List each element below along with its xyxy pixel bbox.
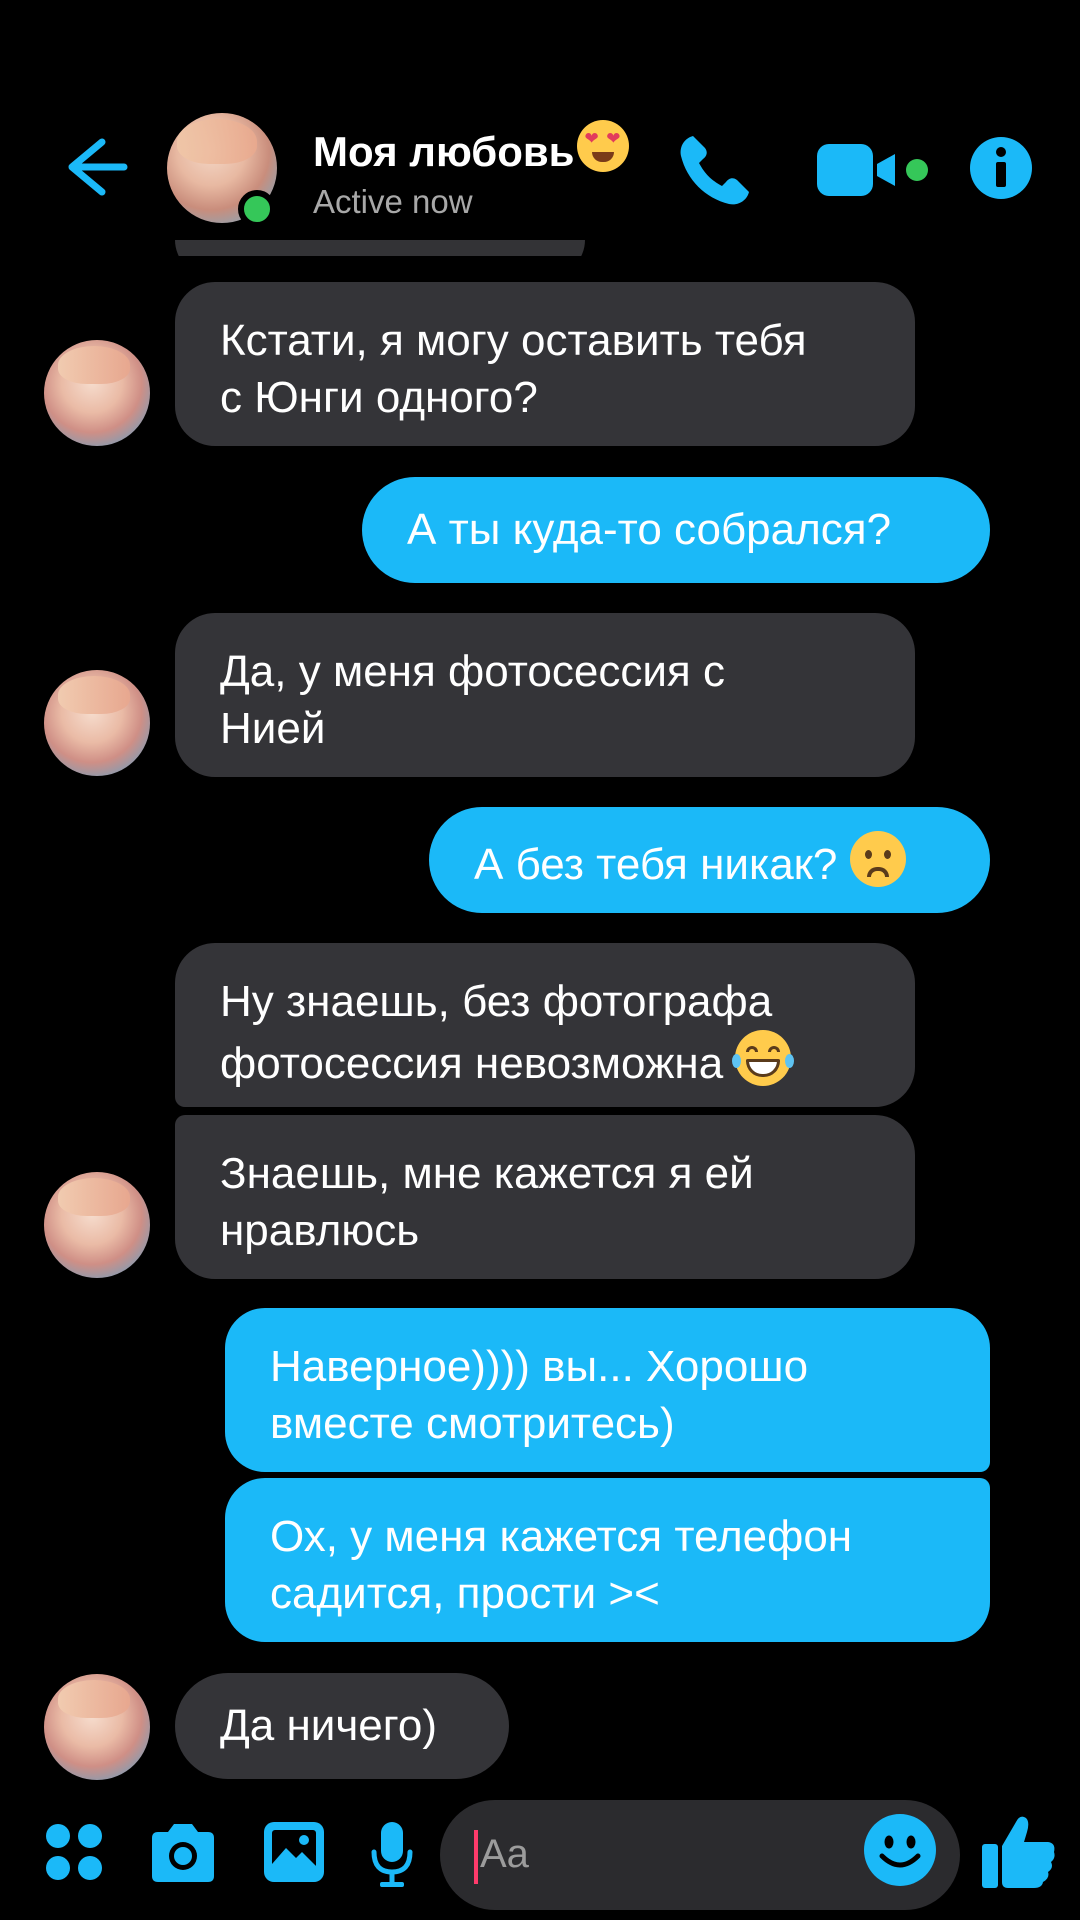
text-caret <box>474 1830 478 1884</box>
back-arrow-icon[interactable] <box>58 130 132 204</box>
message-text: Ну знаешь, без фотографа фотосессия нево… <box>220 977 773 1088</box>
sender-avatar <box>44 670 150 776</box>
microphone-icon[interactable] <box>370 1820 414 1890</box>
info-icon[interactable] <box>968 135 1034 201</box>
message-input-placeholder: Aa <box>480 1832 529 1876</box>
sender-avatar <box>44 340 150 446</box>
message-text: Знаешь, мне кажется я ей нравлюсь <box>220 1149 754 1255</box>
video-camera-icon[interactable] <box>815 140 935 200</box>
gallery-icon[interactable] <box>262 1820 326 1884</box>
message-bubble-incoming[interactable]: Знаешь, мне кажется я ей нравлюсь <box>175 1115 915 1279</box>
message-bubble-incoming[interactable]: Да ничего) <box>175 1673 509 1779</box>
message-text: А без тебя никак? <box>474 840 850 889</box>
contact-name[interactable]: Моя любовь <box>313 120 629 176</box>
message-bubble-outgoing[interactable]: Ох, у меня кажется телефон садится, прос… <box>225 1478 990 1642</box>
message-text: Да, у меня фотосессия с Нией <box>220 647 725 753</box>
thumbs-up-icon[interactable] <box>980 1812 1058 1890</box>
message-text: А ты куда-то собрался? <box>407 505 892 554</box>
message-bubble-incoming[interactable]: Да, у меня фотосессия с Нией <box>175 613 915 777</box>
message-text: Ох, у меня кажется телефон садится, прос… <box>270 1512 853 1618</box>
camera-icon[interactable] <box>148 1822 218 1884</box>
message-bubble-outgoing[interactable]: А без тебя никак? <box>429 807 990 913</box>
sender-avatar <box>44 1674 150 1780</box>
contact-status: Active now <box>313 183 473 220</box>
online-status-dot <box>238 190 276 228</box>
tears-of-joy-emoji-icon <box>732 1030 795 1086</box>
message-text: Да ничего) <box>220 1701 437 1750</box>
message-bubble-incoming[interactable]: Ну знаешь, без фотографа фотосессия нево… <box>175 943 915 1107</box>
phone-icon[interactable] <box>675 130 755 210</box>
sender-avatar <box>44 1172 150 1278</box>
message-text: Наверное)))) вы... Хорошо вместе смотрит… <box>270 1342 809 1448</box>
apps-icon[interactable] <box>44 1822 104 1882</box>
worried-face-emoji-icon <box>849 831 906 887</box>
emoji-icon[interactable] <box>862 1812 938 1888</box>
message-bubble-outgoing[interactable]: А ты куда-то собрался? <box>362 477 990 583</box>
message-bubble-outgoing[interactable]: Наверное)))) вы... Хорошо вместе смотрит… <box>225 1308 990 1472</box>
message-text: Кстати, я могу оставить тебя с Юнги одно… <box>220 316 807 422</box>
heart-eyes-emoji-icon <box>576 120 629 172</box>
message-bubble-incoming[interactable]: Кстати, я могу оставить тебя с Юнги одно… <box>175 282 915 446</box>
